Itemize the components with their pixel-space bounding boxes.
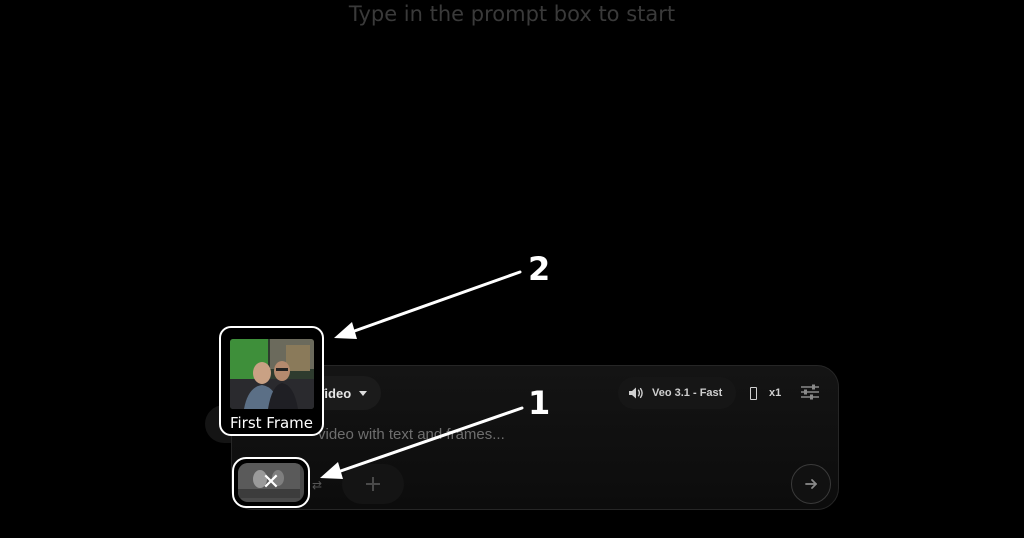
arrow-callout-2 [344, 270, 522, 336]
add-frame-button[interactable] [342, 464, 404, 504]
first-frame-image [230, 339, 314, 409]
first-frame-label: First Frame [229, 414, 314, 432]
speaker-icon [629, 387, 643, 399]
callout-number-2: 2 [528, 250, 551, 288]
model-selector[interactable]: Veo 3.1 - Fast [618, 377, 737, 409]
prompt-input[interactable] [318, 423, 758, 445]
callout-number-1: 1 [528, 384, 551, 422]
swap-frames-icon[interactable]: ⇄ [312, 478, 322, 492]
send-button[interactable] [791, 464, 831, 504]
output-settings[interactable]: x1 [740, 378, 791, 408]
frame-thumbnail-chip[interactable]: ✕ [232, 457, 310, 508]
arrow-right-icon [805, 479, 817, 489]
tune-icon[interactable] [800, 383, 820, 401]
empty-state-hint: Type in the prompt box to start [348, 2, 676, 26]
output-count: x1 [769, 387, 782, 399]
close-icon[interactable]: ✕ [234, 459, 308, 506]
model-label: Veo 3.1 - Fast [652, 387, 723, 399]
plus-icon [366, 477, 380, 491]
portrait-ratio-icon [750, 386, 757, 400]
chevron-down-icon [359, 391, 368, 396]
arrowhead-callout-2 [334, 322, 357, 339]
first-frame-preview: First Frame [219, 326, 324, 436]
